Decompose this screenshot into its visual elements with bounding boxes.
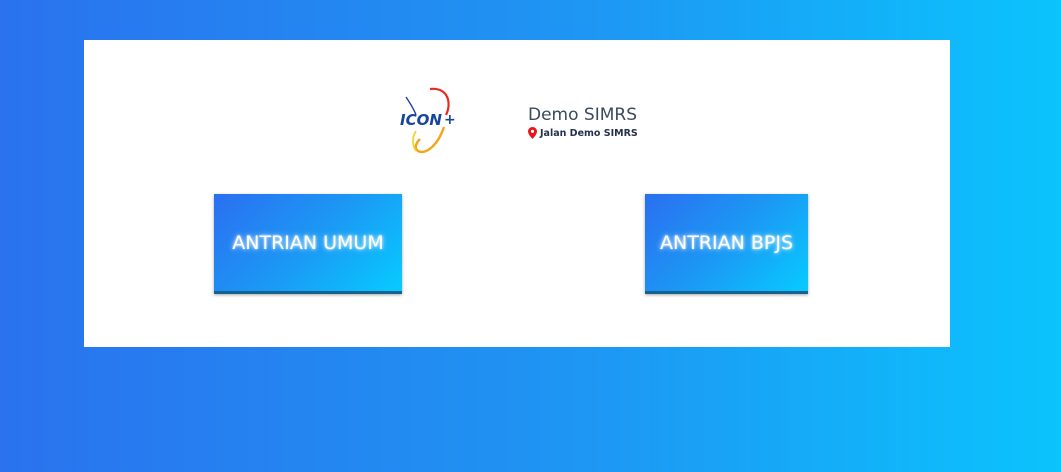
hospital-address: Jalan Demo SIMRS	[528, 127, 638, 139]
icon-plus-logo: ICON +	[392, 85, 462, 157]
map-pin-icon	[528, 127, 537, 139]
antrian-umum-button[interactable]: ANTRIAN UMUM	[214, 194, 402, 294]
antrian-bpjs-button[interactable]: ANTRIAN BPJS	[645, 194, 808, 294]
svg-text:+: +	[444, 112, 456, 128]
main-card: ICON + Demo SIMRS Jalan Demo SIMRS ANTRI…	[84, 40, 950, 347]
hospital-name: Demo SIMRS	[528, 105, 637, 125]
hospital-info: Demo SIMRS Jalan Demo SIMRS	[528, 104, 638, 139]
hospital-address-text: Jalan Demo SIMRS	[540, 127, 638, 139]
svg-text:ICON: ICON	[400, 111, 442, 129]
